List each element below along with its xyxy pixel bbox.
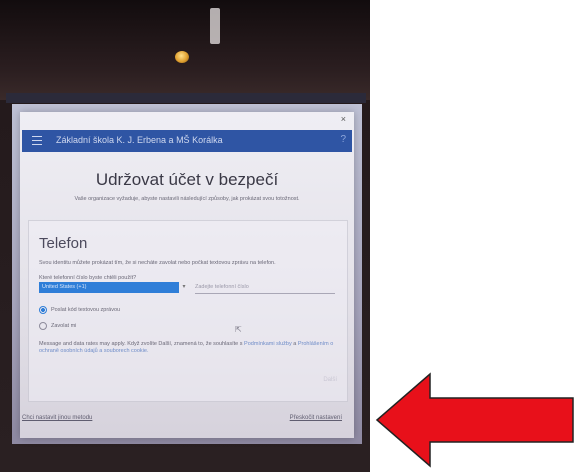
alternate-method-link[interactable]: Chci nastavit jinou metodu [22,415,92,421]
section-description: Svou identitu můžete prokázat tím, že si… [39,260,276,266]
call-me-radio[interactable] [39,322,47,330]
page-subtitle: Vaše organizace vyžaduje, abyste nastavi… [74,196,300,202]
laptop-bezel [0,0,370,100]
organization-name: Základní škola K. J. Erbena a MŠ Korálka [56,135,223,145]
light-glare [210,8,220,44]
security-info-dialog: × Základní škola K. J. Erbena a MŠ Korál… [20,112,354,438]
text-message-option-label[interactable]: Poslat kód textovou zprávou [51,307,120,313]
hamburger-menu-icon[interactable] [32,136,42,145]
phone-number-input[interactable]: Zadejte telefonní číslo [195,282,335,294]
mouse-pointer-icon: ⇱ [235,325,242,334]
close-icon[interactable]: × [341,114,346,124]
dialog-header-bar: Základní škola K. J. Erbena a MŠ Korálka… [22,130,352,152]
legal-notice: Message and data rates may apply. Když z… [39,341,339,355]
phone-method-card: Telefon Svou identitu můžete prokázat tí… [28,220,348,402]
chevron-down-icon[interactable]: ▾ [179,282,189,293]
webcam-light [175,51,189,63]
legal-text: Message and data rates may apply. Když z… [39,341,243,347]
text-message-radio[interactable] [39,306,47,314]
help-icon[interactable]: ? [340,134,346,145]
country-code-select[interactable]: United States (+1) [39,282,179,293]
next-button[interactable]: Další [323,377,337,383]
page-title: Udržovat účet v bezpečí [95,170,279,189]
red-arrow-icon [375,372,574,468]
terms-of-service-link[interactable]: Podmínkami služby [244,341,292,347]
skip-setup-link[interactable]: Přeskočit nastavení [290,415,342,421]
call-me-option-label[interactable]: Zavolat mi [51,323,76,329]
photo-of-laptop-screen: × Základní škola K. J. Erbena a MŠ Korál… [0,0,370,472]
browser-address-bar[interactable] [6,93,366,103]
section-title: Telefon [39,235,88,252]
phone-number-label: Které telefonní číslo byste chtěli použí… [39,275,137,281]
legal-and: a [293,341,297,347]
